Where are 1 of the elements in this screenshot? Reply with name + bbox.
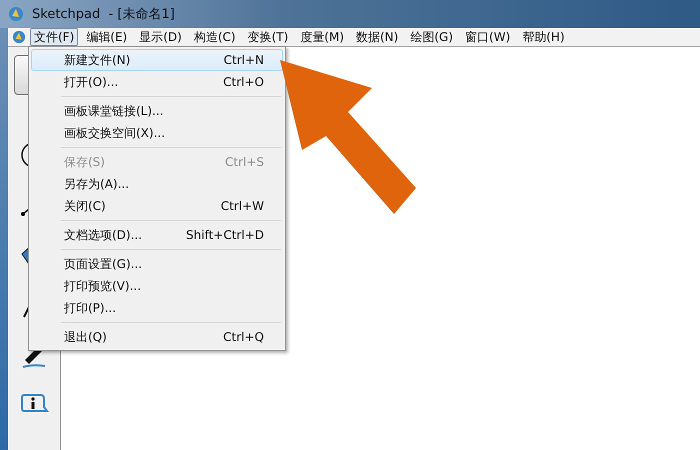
window-title: Sketchpad - [未命名1] — [32, 6, 175, 23]
